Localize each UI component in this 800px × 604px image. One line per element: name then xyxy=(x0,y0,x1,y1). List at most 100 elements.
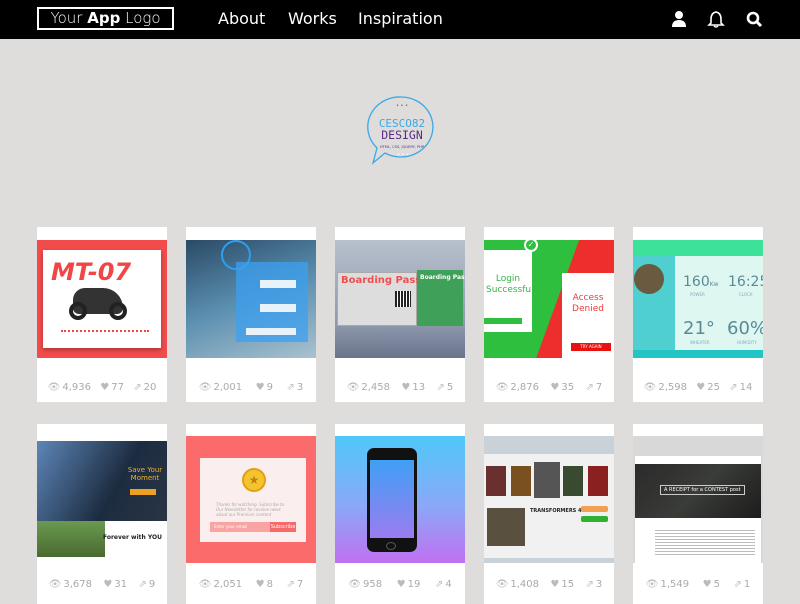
svg-text:• • •: • • • xyxy=(397,152,409,158)
work-card[interactable]: ★ Thanks for watching. Subscribe to Our … xyxy=(186,424,316,604)
views-stat: 👁 2,051 xyxy=(198,579,243,590)
thumb-title: A RECEIPT for a CONTEST post xyxy=(660,485,745,495)
thumbnail-recipe-post[interactable]: A RECEIPT for a CONTEST post xyxy=(633,436,763,563)
likes-stat[interactable]: ♥ 19 xyxy=(397,579,421,590)
likes-stat[interactable]: ♥ 25 xyxy=(696,382,720,393)
card-stats: 👁 4,936 ♥ 77 ⇗ 20 xyxy=(37,382,167,393)
eye-icon: 👁 xyxy=(198,579,212,590)
views-stat: 👁 2,876 xyxy=(495,382,540,393)
logo-bold: App xyxy=(87,9,121,27)
subscribe-button: Subscribe xyxy=(270,522,296,532)
views-stat: 👁 4,936 xyxy=(47,382,91,393)
shares-stat[interactable]: ⇗ 14 xyxy=(729,382,752,393)
badge-line2: DESIGN xyxy=(381,128,423,142)
likes-stat[interactable]: ♥ 5 xyxy=(703,579,720,590)
likes-stat[interactable]: ♥ 13 xyxy=(401,382,425,393)
work-card[interactable]: 👁 2,001 ♥ 9 ⇗ 3 xyxy=(186,227,316,402)
eye-icon: 👁 xyxy=(348,579,361,590)
thumbnail-dashboard[interactable]: 160Kw POWER 16:25 CLOCK 21° WHEATER 60% … xyxy=(633,240,763,358)
card-stats: 👁 3,678 ♥ 31 ⇗ 9 xyxy=(37,579,167,590)
app-logo[interactable]: Your App Logo xyxy=(37,7,174,30)
nav-works[interactable]: Works xyxy=(288,9,337,28)
user-icon[interactable] xyxy=(670,10,688,28)
shares-stat[interactable]: ⇗ 3 xyxy=(586,579,603,590)
email-field: Enter your email xyxy=(210,522,270,532)
work-card[interactable]: A RECEIPT for a CONTEST post 👁 1,549 ♥ 5 ⇗ 1 xyxy=(633,424,763,604)
work-card[interactable]: MT-07 👁 4,936 ♥ 77 ⇗ 20 xyxy=(37,227,167,402)
heart-icon: ♥ xyxy=(255,579,265,590)
shares-stat[interactable]: ⇗ 20 xyxy=(133,382,156,393)
search-icon[interactable] xyxy=(745,10,763,28)
views-stat: 👁 2,001 xyxy=(198,382,243,393)
thumb-title: MT-07 xyxy=(51,258,132,286)
views-stat: 👁 3,678 xyxy=(48,579,93,590)
work-card[interactable]: Save Your Moment Forever with YOU 👁 3,678… xyxy=(37,424,167,604)
shares-stat[interactable]: ⇗ 3 xyxy=(286,382,303,393)
card-stats: 👁 2,458 ♥ 13 ⇗ 5 xyxy=(335,382,465,393)
nav-inspiration[interactable]: Inspiration xyxy=(358,9,443,28)
likes-stat[interactable]: ♥ 9 xyxy=(256,382,273,393)
thumbnail-mobile-app[interactable] xyxy=(335,436,465,563)
card-stats: 👁 2,876 ♥ 35 ⇗ 7 xyxy=(484,382,614,393)
thumbnail-chat-ui[interactable] xyxy=(186,240,316,358)
badge-tagline: HTML, CSS, JQUERY, PHP xyxy=(380,145,425,149)
views-stat: 👁 2,598 xyxy=(643,382,687,393)
thumbnail-save-moment[interactable]: Save Your Moment Forever with YOU xyxy=(37,436,167,563)
work-card[interactable]: TRANSFORMERS 4 👁 1,408 ♥ 15 ⇗ 3 xyxy=(484,424,614,604)
thumbnail-movie-app[interactable]: TRANSFORMERS 4 xyxy=(484,436,614,563)
eye-icon: 👁 xyxy=(495,579,509,590)
thumb-title: Login Successfull xyxy=(486,274,537,295)
views-stat: 👁 2,458 xyxy=(346,382,391,393)
likes-stat[interactable]: ♥ 35 xyxy=(550,382,574,393)
thumb-title: Boarding Pass xyxy=(341,275,422,286)
try-again-button: TRY AGAIN xyxy=(571,343,611,351)
thumbnail-boarding-pass[interactable]: Boarding Pass Boarding Pass xyxy=(335,240,465,358)
work-card[interactable]: Login Successfull ✓ Access Denied TRY AG… xyxy=(484,227,614,402)
views-stat: 👁 958 xyxy=(348,579,383,590)
heart-icon: ♥ xyxy=(103,579,113,590)
logo-text: Your xyxy=(50,9,88,27)
thumbnail-newsletter[interactable]: ★ Thanks for watching. Subscribe to Our … xyxy=(186,436,316,563)
card-stats: 👁 958 ♥ 19 ⇗ 4 xyxy=(335,579,465,590)
thumbnail-login-states[interactable]: Login Successfull ✓ Access Denied TRY AG… xyxy=(484,240,614,358)
work-card[interactable]: Boarding Pass Boarding Pass 👁 2,458 ♥ 13 ⇗ 5 xyxy=(335,227,465,402)
shares-stat[interactable]: ⇗ 1 xyxy=(733,579,750,590)
eye-icon: 👁 xyxy=(48,579,62,590)
bell-icon[interactable] xyxy=(707,10,725,28)
card-stats: 👁 1,408 ♥ 15 ⇗ 3 xyxy=(484,579,614,590)
heart-icon: ♥ xyxy=(702,579,712,590)
heart-icon: ♥ xyxy=(255,382,265,393)
svg-text:• • •: • • • xyxy=(396,103,408,109)
likes-stat[interactable]: ♥ 15 xyxy=(550,579,574,590)
share-icon: ⇗ xyxy=(138,579,147,590)
top-navbar: Your App Logo About Works Inspiration xyxy=(0,0,800,39)
views-stat: 👁 1,549 xyxy=(645,579,690,590)
shares-stat[interactable]: ⇗ 9 xyxy=(139,579,156,590)
views-stat: 👁 1,408 xyxy=(495,579,540,590)
thumb-text: Thanks for watching. Subscribe to Our Ne… xyxy=(216,502,285,517)
likes-stat[interactable]: ♥ 77 xyxy=(100,382,124,393)
likes-stat[interactable]: ♥ 31 xyxy=(103,579,127,590)
share-icon: ⇗ xyxy=(436,382,445,393)
thumbnail-mt07[interactable]: MT-07 xyxy=(37,240,167,358)
share-icon: ⇗ xyxy=(733,579,742,590)
eye-icon: 👁 xyxy=(495,382,509,393)
card-stats: 👁 2,598 ♥ 25 ⇗ 14 xyxy=(633,382,763,393)
work-card[interactable]: 👁 958 ♥ 19 ⇗ 4 xyxy=(335,424,465,604)
work-card[interactable]: 160Kw POWER 16:25 CLOCK 21° WHEATER 60% … xyxy=(633,227,763,402)
share-icon: ⇗ xyxy=(286,579,295,590)
share-icon: ⇗ xyxy=(286,382,295,393)
nav-about[interactable]: About xyxy=(218,9,265,28)
shares-stat[interactable]: ⇗ 5 xyxy=(437,382,454,393)
thumb-title-2: Forever with YOU xyxy=(103,534,162,541)
shares-stat[interactable]: ⇗ 7 xyxy=(286,579,303,590)
likes-stat[interactable]: ♥ 8 xyxy=(256,579,273,590)
shares-stat[interactable]: ⇗ 7 xyxy=(586,382,603,393)
shares-stat[interactable]: ⇗ 4 xyxy=(435,579,452,590)
share-icon: ⇗ xyxy=(133,382,142,393)
cesco82-design-logo: • • • CESCO82 DESIGN HTML, CSS, JQUERY, … xyxy=(367,96,434,165)
eye-icon: 👁 xyxy=(643,382,657,393)
heart-icon: ♥ xyxy=(396,579,406,590)
heart-icon: ♥ xyxy=(550,382,560,393)
thumb-title-2: Access Denied xyxy=(572,293,604,314)
